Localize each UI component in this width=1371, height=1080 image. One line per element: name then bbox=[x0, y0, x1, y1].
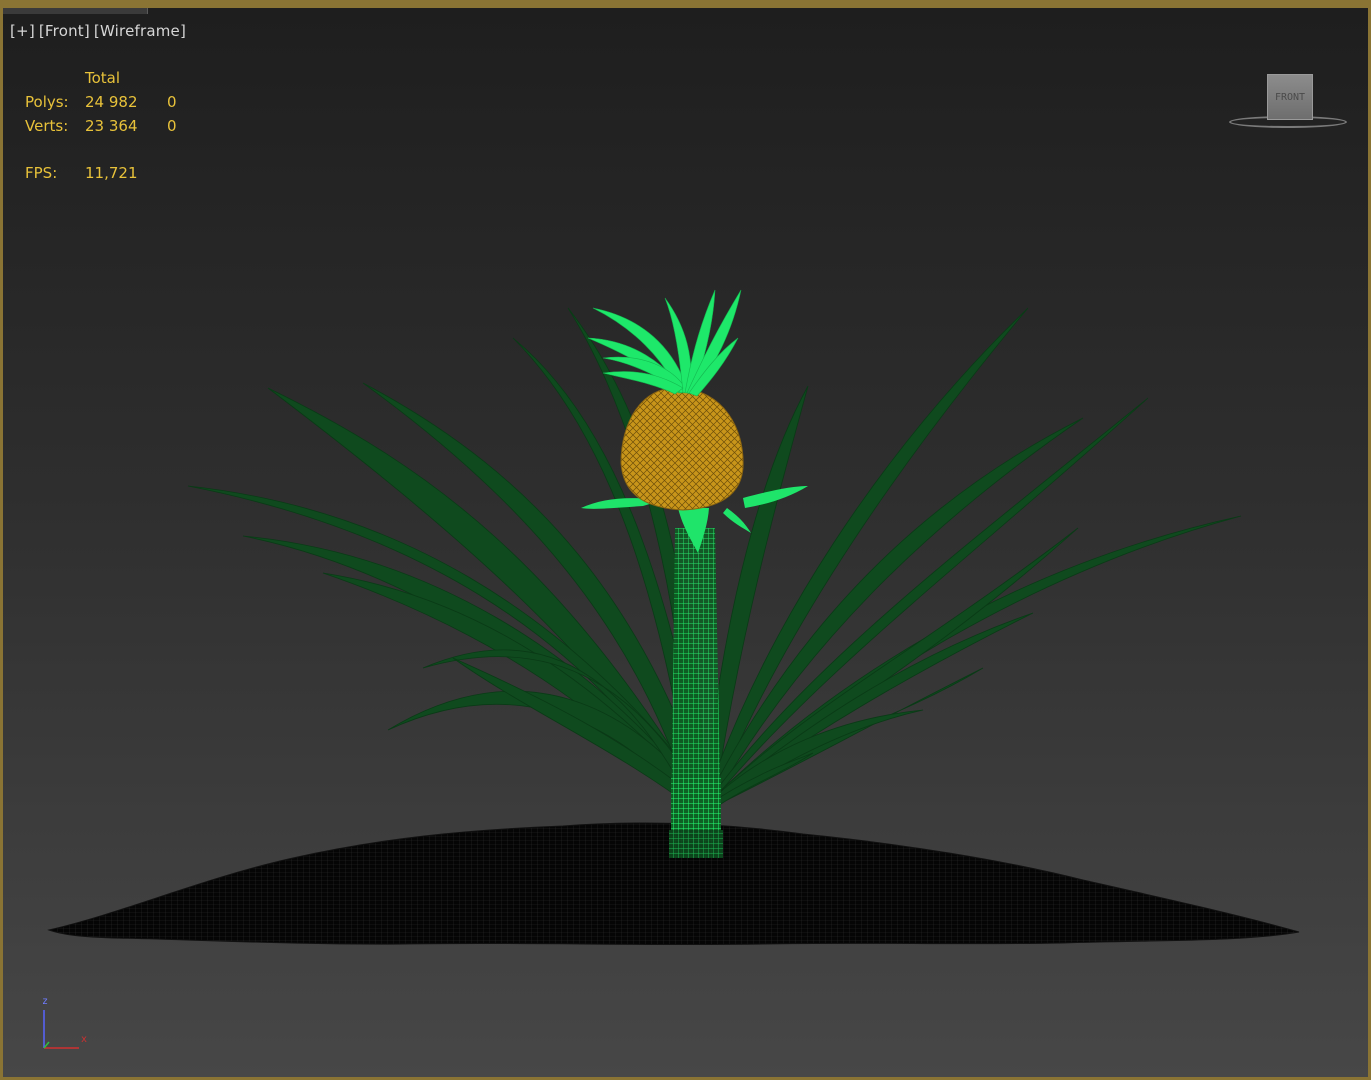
viewport-label: [+] [Front] [Wireframe] bbox=[10, 22, 190, 40]
stats-polys-total: 24 982 bbox=[85, 93, 138, 111]
stats-header-row: Total bbox=[25, 66, 197, 90]
stats-overlay: Total Polys: 24 982 0 Verts: 23 364 0 FP… bbox=[25, 66, 197, 185]
stats-polys-selected: 0 bbox=[167, 93, 177, 111]
axis-x-label: x bbox=[81, 1034, 88, 1045]
axis-tripod-icon bbox=[43, 1010, 79, 1049]
viewport-menu-shading[interactable]: [Wireframe] bbox=[94, 22, 186, 40]
stats-label-fps: FPS: bbox=[25, 164, 58, 182]
viewport-menu-view[interactable]: [Front] bbox=[39, 22, 90, 40]
scene-wireframe[interactable] bbox=[3, 8, 1371, 1080]
stats-label-verts: Verts: bbox=[25, 117, 69, 135]
stem-base bbox=[671, 778, 721, 830]
stats-verts-selected: 0 bbox=[167, 117, 177, 135]
stats-fps-value: 11,721 bbox=[85, 164, 138, 182]
stats-row-verts: Verts: 23 364 0 bbox=[25, 114, 197, 138]
stats-verts-total: 23 364 bbox=[85, 117, 138, 135]
stem-root bbox=[669, 830, 723, 858]
viewport-menu-plus[interactable]: [+] bbox=[10, 22, 35, 40]
stats-header-total: Total bbox=[85, 69, 121, 87]
viewport[interactable]: [+] [Front] [Wireframe] Total Polys: 24 98… bbox=[0, 0, 1371, 1080]
stats-row-fps: FPS: 11,721 bbox=[25, 161, 197, 185]
stats-label-polys: Polys: bbox=[25, 93, 69, 111]
pineapple-fruit bbox=[620, 387, 744, 511]
viewcube-front-face[interactable]: FRONT bbox=[1267, 74, 1313, 120]
viewcube[interactable]: FRONT bbox=[1229, 74, 1349, 134]
axis-tripod: z x bbox=[37, 996, 97, 1056]
stats-row-polys: Polys: 24 982 0 bbox=[25, 90, 197, 114]
